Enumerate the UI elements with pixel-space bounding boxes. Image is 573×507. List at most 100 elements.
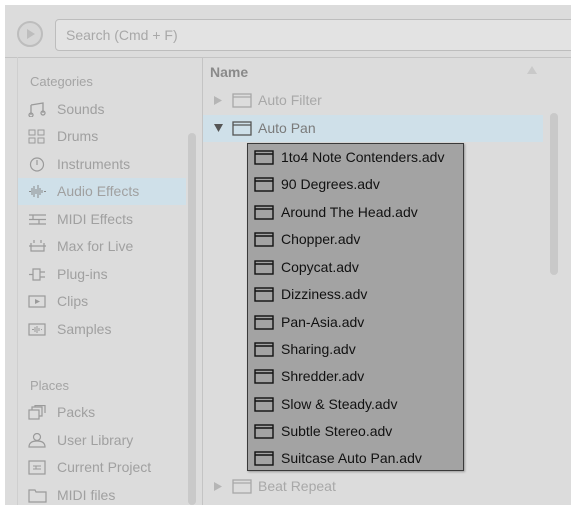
- clip-icon: [28, 295, 46, 308]
- list-item-partial: [203, 500, 543, 505]
- preset-item[interactable]: 1to4 Note Contenders.adv: [248, 144, 463, 171]
- sidebar-item-instruments[interactable]: Instruments: [18, 151, 186, 178]
- preset-item-label: Suitcase Auto Pan.adv: [281, 450, 422, 466]
- note-icon: [28, 102, 46, 117]
- sidebar-item-label: Clips: [57, 293, 89, 309]
- preset-item[interactable]: Shredder.adv: [248, 363, 463, 390]
- preset-item[interactable]: Sharing.adv: [248, 336, 463, 363]
- categories-title: Categories: [30, 74, 93, 89]
- folder-icon: [232, 479, 252, 494]
- list-item[interactable]: Beat Repeat: [203, 473, 543, 500]
- preset-item[interactable]: Copycat.adv: [248, 254, 463, 281]
- preset-file-icon: [254, 177, 274, 192]
- sidebar-item-label: Instruments: [57, 156, 131, 172]
- preset-file-icon: [254, 369, 274, 384]
- browser-scrollbar[interactable]: [550, 113, 558, 275]
- clock-icon: [29, 157, 45, 172]
- preset-item-label: 1to4 Note Contenders.adv: [281, 149, 445, 165]
- preset-item[interactable]: Slow & Steady.adv: [248, 391, 463, 418]
- sidebar-item-drums[interactable]: Drums: [18, 123, 186, 150]
- preset-item-label: Sharing.adv: [281, 341, 356, 357]
- sidebar-item-label: Current Project: [57, 459, 152, 475]
- folder-icon: [28, 489, 47, 503]
- collapse-arrow-icon[interactable]: [214, 124, 223, 132]
- search-input[interactable]: Search (Cmd + F): [55, 19, 571, 51]
- sort-arrow-icon: [527, 66, 537, 74]
- preset-file-icon: [254, 451, 274, 466]
- preset-item[interactable]: Subtle Stereo.adv: [248, 418, 463, 445]
- preset-item-label: Subtle Stereo.adv: [281, 423, 393, 439]
- preset-file-icon: [254, 287, 274, 302]
- name-column-header[interactable]: Name: [203, 59, 543, 85]
- preset-file-icon: [254, 315, 274, 330]
- sidebar-item-label: MIDI Effects: [57, 211, 133, 227]
- sidebar-item-audio-effects[interactable]: Audio Effects: [18, 178, 186, 205]
- expand-arrow-icon[interactable]: [214, 482, 222, 491]
- sidebar-item-clips[interactable]: Clips: [18, 288, 186, 315]
- preset-file-icon: [254, 260, 274, 275]
- sidebar-item-sounds[interactable]: Sounds: [18, 96, 186, 123]
- sidebar-item-label: Audio Effects: [57, 183, 140, 199]
- midi-effects-icon: [29, 214, 46, 225]
- sidebar-item-plug-ins[interactable]: Plug-ins: [18, 261, 186, 288]
- sidebar-item-midi-effects[interactable]: MIDI Effects: [18, 206, 186, 233]
- folder-icon: [232, 121, 252, 136]
- sidebar-item-current-project[interactable]: Current Project: [18, 454, 186, 481]
- plugin-icon: [29, 268, 45, 281]
- preset-item-label: Dizziness.adv: [281, 286, 368, 302]
- preset-item[interactable]: 90 Degrees.adv: [248, 171, 463, 198]
- sidebar: Categories Sounds Drums Instruments Audi…: [17, 57, 203, 505]
- sidebar-item-label: Samples: [57, 321, 112, 337]
- sidebar-item-label: Drums: [57, 128, 99, 144]
- list-item-selected[interactable]: Auto Pan: [203, 115, 543, 142]
- preset-item[interactable]: Dizziness.adv: [248, 281, 463, 308]
- preset-item[interactable]: Pan-Asia.adv: [248, 309, 463, 336]
- preset-dropdown: 1to4 Note Contenders.adv 90 Degrees.adv …: [247, 143, 464, 471]
- browser-window: Search (Cmd + F) Categories Sounds Drums…: [5, 5, 571, 505]
- list-item[interactable]: Auto Filter: [203, 87, 543, 114]
- list-item-label: Auto Filter: [258, 92, 322, 108]
- sidebar-scrollbar[interactable]: [188, 133, 196, 505]
- preset-file-icon: [254, 397, 274, 412]
- preset-item-label: Shredder.adv: [281, 368, 365, 384]
- preset-item-label: Copycat.adv: [281, 259, 359, 275]
- preset-item[interactable]: Around The Head.adv: [248, 199, 463, 226]
- folder-icon: [232, 93, 252, 108]
- preset-item-label: Pan-Asia.adv: [281, 314, 365, 330]
- sidebar-item-label: Sounds: [57, 101, 105, 117]
- preset-file-icon: [254, 342, 274, 357]
- preset-item-label: Slow & Steady.adv: [281, 396, 398, 412]
- packs-icon: [28, 405, 46, 420]
- preset-item-label: Chopper.adv: [281, 231, 361, 247]
- list-item-label: Auto Pan: [258, 120, 316, 136]
- sidebar-item-label: User Library: [57, 432, 134, 448]
- preset-item[interactable]: Suitcase Auto Pan.adv: [248, 445, 463, 472]
- preset-file-icon: [254, 424, 274, 439]
- sidebar-item-max-for-live[interactable]: Max for Live: [18, 233, 186, 260]
- sidebar-item-label: Max for Live: [57, 238, 134, 254]
- drum-grid-icon: [28, 129, 45, 144]
- expand-arrow-icon[interactable]: [214, 96, 222, 105]
- preset-item-label: Around The Head.adv: [281, 204, 418, 220]
- sample-icon: [28, 323, 46, 336]
- preset-item-label: 90 Degrees.adv: [281, 176, 380, 192]
- preset-file-icon: [254, 150, 274, 165]
- column-header-label: Name: [210, 64, 249, 80]
- sidebar-item-label: Plug-ins: [57, 266, 108, 282]
- sidebar-item-packs[interactable]: Packs: [18, 399, 186, 426]
- list-item-label: Beat Repeat: [258, 478, 336, 494]
- preset-file-icon: [254, 205, 274, 220]
- sidebar-item-user-library[interactable]: User Library: [18, 427, 186, 454]
- project-icon: [28, 460, 46, 475]
- max-icon: [29, 240, 46, 252]
- sidebar-item-label: Packs: [57, 404, 96, 420]
- preset-file-icon: [254, 232, 274, 247]
- preset-item[interactable]: Chopper.adv: [248, 226, 463, 253]
- places-title: Places: [30, 378, 70, 393]
- waveform-icon: [29, 185, 46, 198]
- sidebar-item-midi-files[interactable]: MIDI files: [18, 482, 186, 505]
- preview-play-icon[interactable]: [17, 21, 43, 47]
- sidebar-item-label: MIDI files: [57, 487, 116, 503]
- user-icon: [28, 433, 46, 448]
- sidebar-item-samples[interactable]: Samples: [18, 316, 186, 343]
